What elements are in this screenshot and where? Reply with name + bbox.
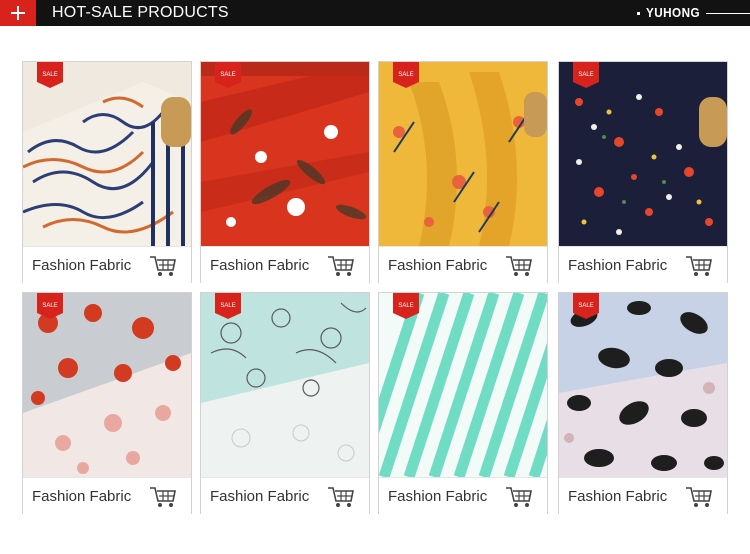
product-footer: Fashion Fabric (23, 477, 191, 514)
svg-text:SALE: SALE (398, 72, 413, 78)
svg-text:SALE: SALE (42, 72, 57, 78)
product-name[interactable]: Fashion Fabric (388, 488, 487, 505)
product-name[interactable]: Fashion Fabric (568, 257, 667, 274)
shopping-cart-icon[interactable] (149, 485, 177, 509)
product-image[interactable] (23, 293, 191, 477)
sale-badge: SALE (573, 293, 599, 319)
header-bar: HOT-SALE PRODUCTS YUHONG (0, 0, 750, 26)
product-footer: Fashion Fabric (559, 246, 727, 283)
product-name[interactable]: Fashion Fabric (32, 488, 131, 505)
shopping-cart-icon[interactable] (685, 254, 713, 278)
product-name[interactable]: Fashion Fabric (210, 257, 309, 274)
product-name[interactable]: Fashion Fabric (388, 257, 487, 274)
svg-text:SALE: SALE (398, 303, 413, 309)
product-footer: Fashion Fabric (379, 246, 547, 283)
svg-text:SALE: SALE (220, 72, 235, 78)
product-image[interactable] (201, 62, 369, 246)
product-image[interactable] (379, 293, 547, 477)
product-footer: Fashion Fabric (379, 477, 547, 514)
product-image[interactable] (559, 293, 727, 477)
product-name[interactable]: Fashion Fabric (32, 257, 131, 274)
shopping-cart-icon[interactable] (505, 254, 533, 278)
product-name[interactable]: Fashion Fabric (568, 488, 667, 505)
svg-text:SALE: SALE (578, 72, 593, 78)
product-card[interactable]: SALE Fashion Fabric (558, 292, 728, 514)
product-card[interactable]: SALE Fashion Fabric (378, 61, 548, 283)
svg-text:SALE: SALE (42, 303, 57, 309)
product-footer: Fashion Fabric (201, 477, 369, 514)
sale-badge: SALE (573, 62, 599, 88)
sale-badge: SALE (37, 293, 63, 319)
svg-text:SALE: SALE (578, 303, 593, 309)
brand-dot (637, 12, 640, 15)
brand-logo: YUHONG (646, 5, 701, 20)
product-card[interactable]: SALE Fashion Fabric (378, 292, 548, 514)
product-image[interactable] (559, 62, 727, 246)
product-image[interactable] (23, 62, 191, 246)
shopping-cart-icon[interactable] (327, 485, 355, 509)
product-image[interactable] (201, 293, 369, 477)
product-footer: Fashion Fabric (201, 246, 369, 283)
product-name[interactable]: Fashion Fabric (210, 488, 309, 505)
product-card[interactable]: SALE Fashion Fabric (558, 61, 728, 283)
product-card[interactable]: SALE Fashion Fabric (22, 292, 192, 514)
sale-badge: SALE (37, 62, 63, 88)
sale-badge: SALE (215, 293, 241, 319)
plus-icon (0, 0, 36, 26)
brand-divider (706, 13, 750, 14)
shopping-cart-icon[interactable] (327, 254, 355, 278)
sale-badge: SALE (393, 293, 419, 319)
sale-badge: SALE (393, 62, 419, 88)
product-card[interactable]: SALE Fashion Fabric (22, 61, 192, 283)
shopping-cart-icon[interactable] (149, 254, 177, 278)
shopping-cart-icon[interactable] (685, 485, 713, 509)
product-footer: Fashion Fabric (559, 477, 727, 514)
shopping-cart-icon[interactable] (505, 485, 533, 509)
product-image[interactable] (379, 62, 547, 246)
product-card[interactable]: SALE Fashion Fabric (200, 61, 370, 283)
svg-text:SALE: SALE (220, 303, 235, 309)
product-card[interactable]: SALE Fashion Fabric (200, 292, 370, 514)
section-title: HOT-SALE PRODUCTS (52, 4, 229, 21)
sale-badge: SALE (215, 62, 241, 88)
product-footer: Fashion Fabric (23, 246, 191, 283)
